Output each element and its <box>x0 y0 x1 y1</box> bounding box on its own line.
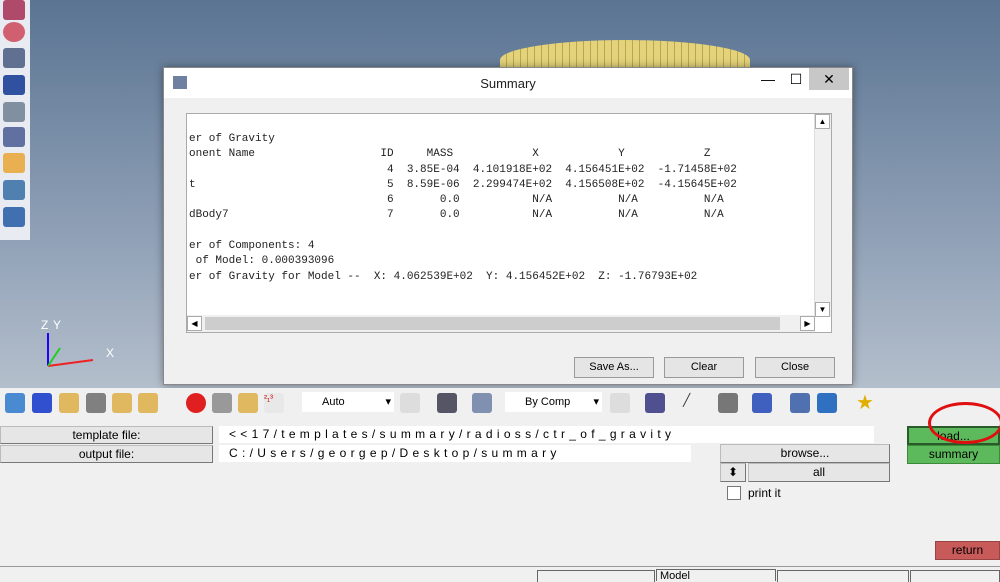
diamond-icon[interactable] <box>752 393 772 413</box>
renumber-icon[interactable]: ²₁³ <box>264 393 284 413</box>
delete-icon[interactable] <box>186 393 206 413</box>
scroll-thumb[interactable] <box>205 317 780 330</box>
template-file-input[interactable]: <<17/templates/summary/radioss/ctr_of_gr… <box>219 426 874 443</box>
scroll-right-icon[interactable]: ▶ <box>800 316 815 331</box>
plane-icon[interactable] <box>3 207 25 227</box>
left-toolbar <box>0 0 30 240</box>
elements-icon[interactable] <box>790 393 810 413</box>
print-it-label: print it <box>748 486 781 500</box>
scroll-left-icon[interactable]: ◀ <box>187 316 202 331</box>
find-icon[interactable] <box>3 48 25 68</box>
vertical-scrollbar[interactable]: ▲ ▼ <box>814 114 831 317</box>
summary-line: er of Components: 4 <box>189 240 315 253</box>
plane-display-icon[interactable] <box>718 393 738 413</box>
label-active-icon[interactable] <box>3 153 25 173</box>
mask-icon[interactable] <box>3 22 25 42</box>
clear-button[interactable]: Clear <box>664 357 744 378</box>
star-icon[interactable]: ★ <box>856 393 876 413</box>
summary-line: of Model: 0.000393096 <box>189 255 335 268</box>
display-mode-select[interactable]: Auto ▾ <box>302 392 394 412</box>
color-mode-value: By Comp <box>525 396 571 408</box>
close-button[interactable]: Close <box>755 357 835 378</box>
monitor-icon[interactable] <box>817 393 837 413</box>
minimize-button[interactable]: — <box>754 68 782 90</box>
browse-button[interactable]: browse... <box>720 444 890 463</box>
status-model[interactable]: Model <box>656 569 776 582</box>
output-file-label: output file: <box>0 445 213 463</box>
print-it-checkbox[interactable] <box>727 486 741 500</box>
duplicate-icon[interactable] <box>212 393 232 413</box>
dialog-title: Summary <box>480 76 536 91</box>
shading-icon[interactable] <box>400 393 420 413</box>
surface-icon[interactable] <box>437 393 457 413</box>
main-toolbar: ²₁³ Auto ▾ By Comp ▾ ╱ ★ <box>0 388 1000 418</box>
return-button[interactable]: return <box>935 541 1000 560</box>
all-button[interactable]: all <box>748 463 890 482</box>
summary-button[interactable]: summary <box>907 445 1000 464</box>
measure-icon[interactable] <box>3 102 25 122</box>
scroll-down-icon[interactable]: ▼ <box>815 302 830 317</box>
organize-icon[interactable] <box>238 393 258 413</box>
mesh-wire-icon[interactable] <box>610 393 630 413</box>
color-mode-select[interactable]: By Comp ▾ <box>505 392 602 412</box>
assembly-icon[interactable] <box>59 393 79 413</box>
output-file-input[interactable]: C:/Users/georgep/Desktop/summary <box>219 445 691 462</box>
maximize-button[interactable]: ☐ <box>782 68 810 90</box>
view-icon[interactable] <box>3 0 25 20</box>
status-cell <box>910 570 1000 582</box>
system-icon[interactable] <box>138 393 158 413</box>
summary-dialog: Summary — ☐ ✕ er of Gravity onent Name ID… <box>163 67 853 385</box>
load-collector-icon[interactable] <box>112 393 132 413</box>
transform-icon[interactable] <box>3 180 25 200</box>
save-as-button[interactable]: Save As... <box>574 357 654 378</box>
line-icon[interactable]: ╱ <box>683 393 703 413</box>
summary-line <box>189 224 737 239</box>
property-icon[interactable] <box>86 393 106 413</box>
close-window-button[interactable]: ✕ <box>809 68 849 90</box>
summary-line: er of Gravity for Model -- X: 4.062539E+… <box>189 270 698 283</box>
template-file-label: template file: <box>0 426 213 444</box>
status-bar: Model <box>0 566 1000 582</box>
axis-x-label: X <box>106 346 115 360</box>
summary-line: 6 0.0 N/A N/A N/A <box>189 194 724 207</box>
summary-text-area[interactable]: er of Gravity onent Name ID MASS X Y Z 4 … <box>186 113 832 333</box>
annotation-circle <box>928 402 1000 444</box>
part-icon[interactable] <box>32 393 52 413</box>
label-icon[interactable] <box>3 127 25 147</box>
components-icon[interactable] <box>5 393 25 413</box>
status-cell <box>777 570 909 582</box>
numbers-icon[interactable] <box>3 75 25 95</box>
mesh-shaded-icon[interactable] <box>645 393 665 413</box>
horizontal-scrollbar[interactable]: ◀ ▶ <box>187 315 815 332</box>
summary-text: er of Gravity onent Name ID MASS X Y Z 4 … <box>189 132 737 285</box>
status-cell <box>537 570 655 582</box>
axis-triad: Z Y X <box>38 318 128 378</box>
summary-line: 4 3.85E-04 4.101918E+02 4.156451E+02 -1.… <box>189 163 737 176</box>
summary-line: onent Name ID MASS X Y Z <box>189 148 711 161</box>
display-mode-value: Auto <box>322 396 345 408</box>
axis-z-label: Z <box>41 318 49 332</box>
toggle-arrows-icon[interactable]: ⬍ <box>720 463 746 482</box>
scroll-up-icon[interactable]: ▲ <box>815 114 830 129</box>
summary-line: er of Gravity <box>189 133 275 145</box>
summary-line: t 5 8.59E-06 2.299474E+02 4.156508E+02 -… <box>189 178 737 191</box>
solid-icon[interactable] <box>472 393 492 413</box>
summary-line: dBody7 7 0.0 N/A N/A N/A <box>189 209 724 222</box>
dialog-titlebar[interactable]: Summary — ☐ ✕ <box>164 68 852 98</box>
axis-y-label: Y <box>53 318 62 332</box>
